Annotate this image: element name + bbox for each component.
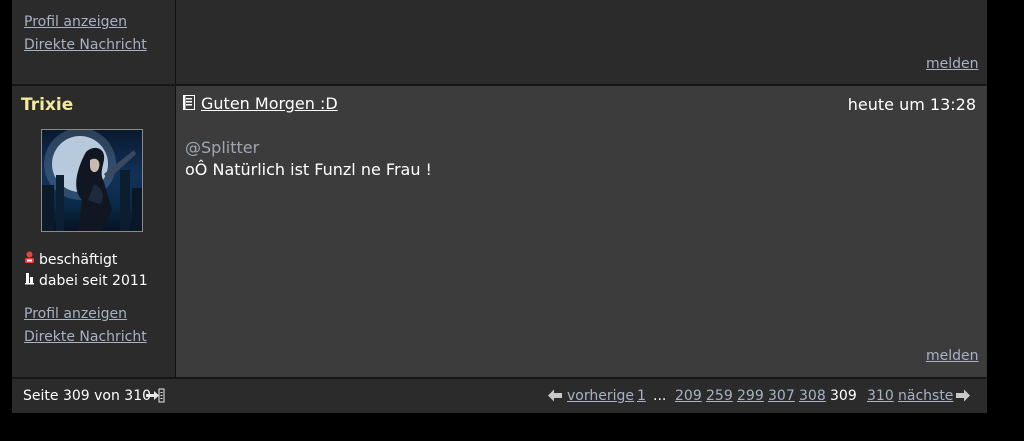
post-title-link[interactable]: Guten Morgen :D: [201, 94, 338, 113]
member-since: dabei seit 2011: [24, 272, 148, 289]
post-timestamp: heute um 13:28: [847, 95, 976, 114]
member-since-label: dabei seit 2011: [39, 273, 148, 289]
author-name[interactable]: Trixie: [21, 95, 73, 115]
avatar-image: [42, 130, 142, 231]
divider: [175, 0, 176, 84]
busy-icon: [24, 251, 36, 268]
jump-to-page-icon[interactable]: [146, 388, 165, 407]
next-page-link[interactable]: nächste: [898, 388, 953, 404]
page-info-label: Seite 309 von 310: [23, 388, 152, 404]
prev-message-link[interactable]: Direkte Nachricht: [24, 37, 147, 53]
arrow-right-icon[interactable]: [956, 389, 970, 406]
prev-post-content: [176, 0, 987, 84]
status-busy: beschäftigt: [24, 251, 117, 268]
quote-mention: @Splitter: [185, 138, 260, 157]
avatar[interactable]: [41, 129, 143, 232]
ellipsis: ...: [653, 388, 667, 404]
prev-report-link[interactable]: melden: [926, 56, 979, 72]
prev-page-link[interactable]: vorherige: [567, 388, 634, 404]
page-link-last[interactable]: 310: [867, 388, 894, 404]
page-link[interactable]: 209: [675, 388, 702, 404]
page-link-first[interactable]: 1: [637, 388, 646, 404]
page-info: Seite 309 von 310: [23, 388, 151, 404]
member-since-icon: [24, 272, 36, 289]
page-link[interactable]: 307: [768, 388, 795, 404]
page-link[interactable]: 308: [799, 388, 826, 404]
page-link[interactable]: 259: [706, 388, 733, 404]
divider: [175, 86, 176, 377]
arrow-left-icon[interactable]: [548, 389, 562, 406]
page-link[interactable]: 299: [737, 388, 764, 404]
forum-container: [12, 0, 987, 413]
document-icon: [183, 95, 195, 110]
profile-link[interactable]: Profil anzeigen: [24, 306, 127, 322]
post-content: [176, 86, 987, 377]
prev-profile-link[interactable]: Profil anzeigen: [24, 14, 127, 30]
current-page: 309: [830, 388, 857, 404]
post-text: oÔ Natürlich ist Funzl ne Frau !: [185, 160, 432, 179]
message-link[interactable]: Direkte Nachricht: [24, 329, 147, 345]
report-link[interactable]: melden: [926, 348, 979, 364]
status-label: beschäftigt: [39, 252, 118, 268]
